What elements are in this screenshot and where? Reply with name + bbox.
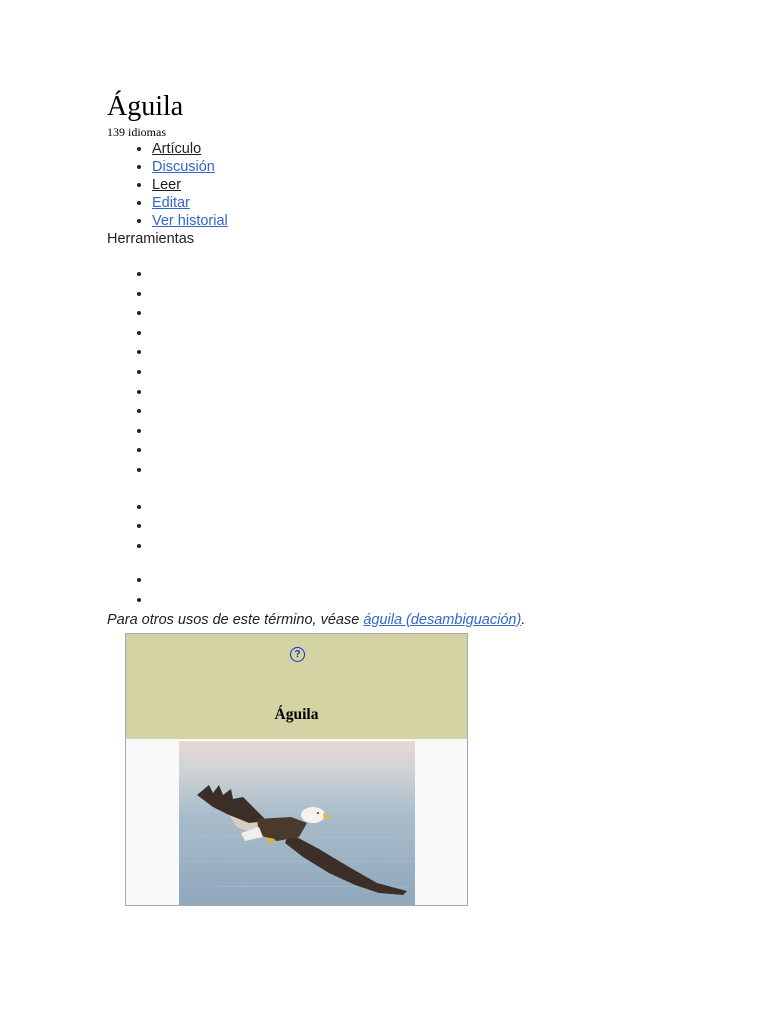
tab-edit[interactable]: Editar <box>152 195 190 211</box>
list-item[interactable] <box>152 441 747 461</box>
list-item[interactable] <box>152 383 747 403</box>
list-item[interactable] <box>152 324 747 344</box>
taxobox: ? Águila <box>125 633 468 906</box>
taxobox-title: Águila <box>274 706 319 723</box>
tools-list-print <box>107 498 747 557</box>
eagle-image[interactable] <box>178 741 415 905</box>
tab-history[interactable]: Ver historial <box>152 213 228 229</box>
tools-menu-label[interactable]: Herramientas <box>107 230 747 248</box>
tab-article-item: Artículo <box>152 140 747 158</box>
list-item[interactable] <box>152 461 747 481</box>
list-item[interactable] <box>152 402 747 422</box>
list-item[interactable] <box>152 265 747 285</box>
tools-list-actions <box>107 265 747 481</box>
list-item[interactable] <box>152 422 747 442</box>
list-item[interactable] <box>152 304 747 324</box>
list-item[interactable] <box>152 285 747 305</box>
tab-read[interactable]: Leer <box>152 177 181 193</box>
disambiguation-link[interactable]: águila (desambiguación) <box>363 612 521 628</box>
list-item[interactable] <box>152 591 747 611</box>
list-item[interactable] <box>152 343 747 363</box>
tab-read-item: Leer <box>152 176 747 194</box>
tab-discussion[interactable]: Discusión <box>152 159 215 175</box>
article-page: Águila 139 idiomas Artículo Discusión Le… <box>107 91 747 906</box>
taxobox-header: ? Águila <box>126 634 467 739</box>
list-item[interactable] <box>152 363 747 383</box>
tab-history-item: Ver historial <box>152 212 747 230</box>
tab-article[interactable]: Artículo <box>152 141 201 157</box>
tools-list-other <box>107 571 747 610</box>
hatnote-prefix: Para otros usos de este término, véase <box>107 611 364 628</box>
language-count[interactable]: 139 idiomas <box>107 124 747 140</box>
help-icon[interactable]: ? <box>290 647 305 662</box>
list-item[interactable] <box>152 571 747 591</box>
disambiguation-hatnote: Para otros usos de este término, véase á… <box>107 611 747 629</box>
page-title: Águila <box>107 91 184 122</box>
tab-discussion-item: Discusión <box>152 158 747 176</box>
list-item[interactable] <box>152 517 747 537</box>
tab-edit-item: Editar <box>152 194 747 212</box>
list-item[interactable] <box>152 498 747 518</box>
page-tabs: Artículo Discusión Leer Editar Ver histo… <box>107 140 747 230</box>
hatnote-suffix: . <box>521 611 526 628</box>
list-item[interactable] <box>152 537 747 557</box>
